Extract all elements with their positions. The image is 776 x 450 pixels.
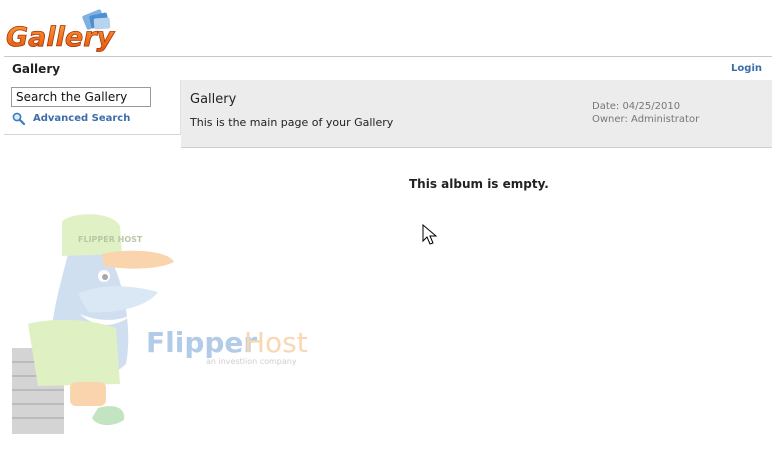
- search-input[interactable]: [11, 87, 151, 107]
- cap-text: FLIPPER HOST: [78, 235, 143, 244]
- login-link[interactable]: Login: [731, 63, 762, 74]
- album-meta: Date: 04/25/2010 Owner: Administrator: [592, 100, 699, 126]
- logo-text: Gallery: [6, 22, 116, 53]
- sidebar: Advanced Search: [4, 80, 181, 135]
- breadcrumb: Gallery: [12, 62, 61, 76]
- gallery-logo[interactable]: Gallery: [4, 8, 116, 56]
- album-date: Date: 04/25/2010: [592, 101, 681, 112]
- album-description: This is the main page of your Gallery: [190, 116, 394, 129]
- advanced-search-link[interactable]: Advanced Search: [12, 111, 130, 125]
- album-owner: Owner: Administrator: [592, 114, 700, 125]
- empty-album-message: This album is empty.: [409, 177, 549, 191]
- brand-flipper: Flipper: [146, 326, 257, 359]
- flipperhost-watermark: FLIPPER HOST Flipper Host an investlion …: [12, 214, 308, 434]
- advanced-search-label: Advanced Search: [33, 112, 131, 124]
- brand-host: Host: [244, 326, 308, 359]
- magnifier-icon: [12, 112, 25, 125]
- page-title: Gallery: [190, 92, 237, 107]
- breadcrumb-bar: Gallery Login: [4, 56, 772, 81]
- brand-tagline: an investlion company: [206, 357, 297, 366]
- album-header: Gallery This is the main page of your Ga…: [181, 80, 772, 148]
- mouse-cursor-icon: [422, 224, 438, 245]
